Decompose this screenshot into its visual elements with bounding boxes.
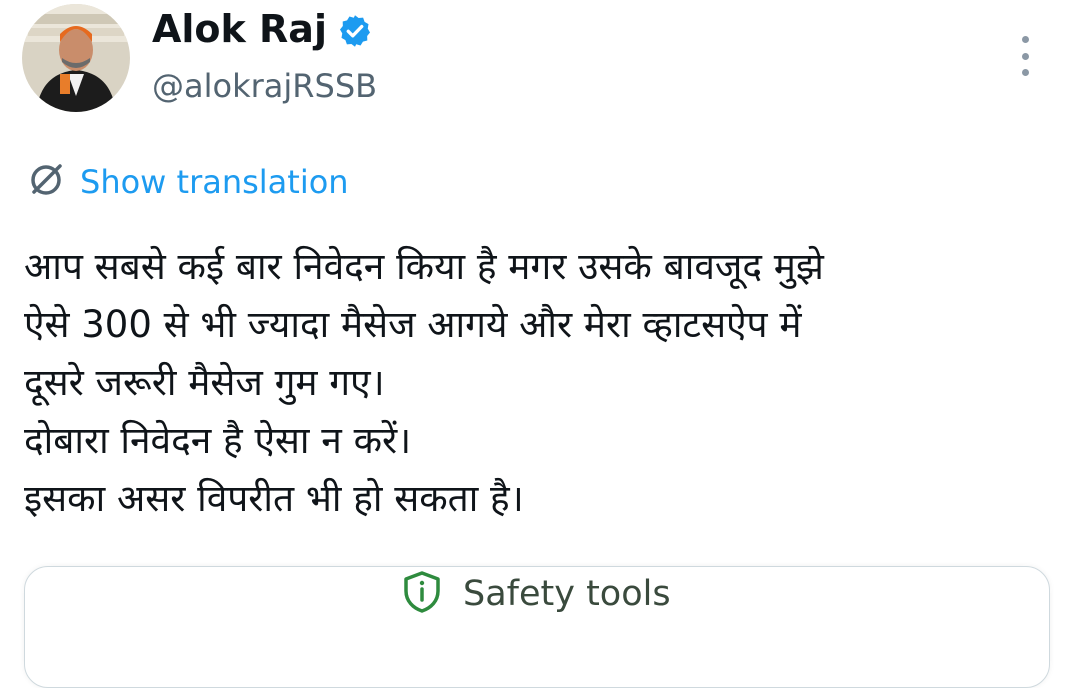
tweet-line: दोबारा निवेदन है ऐसा न करें। [24,419,412,462]
tweet-line: ऐसे 300 से भी ज्यादा मैसेज आगये और मेरा … [24,303,802,346]
author-handle[interactable]: @alokrajRSSB [152,62,377,110]
tweet-line: आप सबसे कई बार निवेदन किया है मगर उसके ब… [24,245,824,288]
tweet-line: इसका असर विपरीत भी हो सकता है। [24,477,524,520]
safety-info-icon [403,571,441,617]
safety-tools-header: Safety tools [403,571,671,617]
media-attachment-card[interactable]: Safety tools [24,566,1050,688]
author-display-name[interactable]: Alok Raj [152,4,327,54]
tweet-text: आप सबसे कई बार निवेदन किया है मगर उसके ब… [24,238,1064,528]
avatar[interactable] [22,4,130,112]
tweet-line: दूसरे जरूरी मैसेज गुम गए। [24,361,385,404]
safety-tools-label: Safety tools [463,574,671,614]
translate-icon [26,160,66,204]
author-name-row[interactable]: Alok Raj [152,4,373,54]
more-options-icon[interactable] [1010,36,1040,76]
show-translation-link[interactable]: Show translation [26,160,349,204]
verified-badge-icon[interactable] [337,11,373,47]
show-translation-label: Show translation [80,163,349,201]
